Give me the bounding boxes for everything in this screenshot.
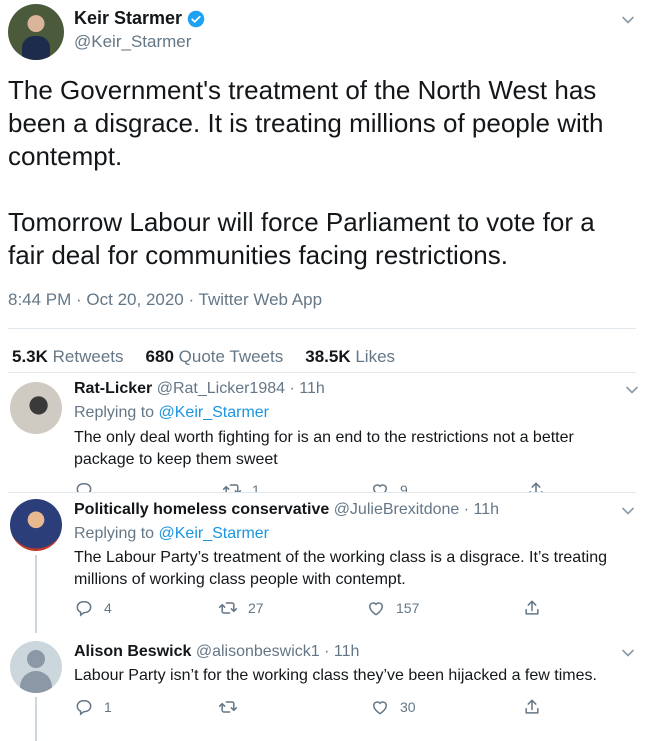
reply-icon (76, 700, 92, 716)
share-icon (525, 600, 539, 615)
replying-prefix: Replying to (74, 404, 159, 421)
retweet-count: 27 (248, 600, 264, 616)
thread-connector (35, 697, 37, 741)
replying-to-link[interactable]: @Keir_Starmer (159, 525, 270, 542)
heart-icon (368, 602, 384, 616)
chevron-down-icon[interactable] (624, 382, 640, 398)
like-button[interactable]: 9 (370, 480, 408, 492)
reply-author-row: Rat-Licker @Rat_Licker1984 · 11h (74, 380, 325, 398)
retweet-count: 1 (252, 482, 260, 492)
thread-connector (35, 555, 37, 633)
divider (8, 328, 636, 329)
stat-count: 680 (145, 347, 174, 366)
replying-to: Replying to @Keir_Starmer (74, 404, 269, 422)
reply-button[interactable]: 4 (74, 598, 112, 618)
reply-button[interactable] (74, 480, 104, 492)
stat-label: Retweets (52, 347, 124, 366)
author-row: Keir Starmer (74, 8, 205, 29)
reply-actions: 1 9 (74, 480, 554, 492)
retweet-icon (218, 701, 238, 713)
stat-count: 5.3K (12, 347, 48, 366)
author-name[interactable]: Keir Starmer (74, 8, 182, 29)
stat-label: Likes (355, 347, 396, 366)
stat-quote-tweets[interactable]: 680 Quote Tweets (146, 347, 284, 367)
replying-prefix: Replying to (74, 525, 159, 542)
chevron-down-icon[interactable] (620, 12, 636, 28)
reply-actions: 4 27 157 (74, 598, 554, 618)
reply-author-handle[interactable]: @Rat_Licker1984 · 11h (157, 380, 325, 397)
reply-icon (76, 601, 92, 617)
reply-count: 4 (104, 600, 112, 616)
share-icon (529, 482, 543, 492)
stat-likes[interactable]: 38.5K Likes (305, 347, 395, 367)
chevron-down-icon[interactable] (620, 645, 636, 661)
reply-author-row: Alison Beswick @alisonbeswick1 · 11h (74, 643, 359, 661)
reply-tweet[interactable]: Politically homeless conservative @Julie… (0, 493, 650, 633)
reply-count: 1 (104, 699, 112, 715)
share-button[interactable] (526, 480, 546, 492)
reply-text: The Labour Party’s treatment of the work… (74, 549, 607, 588)
heart-icon (372, 701, 388, 715)
reply-author-name[interactable]: Alison Beswick (74, 643, 191, 660)
reply-tweet[interactable]: Rat-Licker @Rat_Licker1984 · 11h Replyin… (0, 372, 650, 492)
avatar[interactable] (10, 499, 62, 551)
like-count: 9 (400, 482, 408, 492)
reply-author-name[interactable]: Politically homeless conservative (74, 501, 329, 518)
retweet-button[interactable] (218, 697, 248, 717)
reply-text: Labour Party isn’t for the working class… (74, 667, 597, 684)
reply-actions: 1 30 (74, 697, 554, 717)
author-handle[interactable]: @Keir_Starmer (74, 32, 191, 52)
replying-to-link[interactable]: @Keir_Starmer (159, 404, 270, 421)
stat-label: Quote Tweets (178, 347, 284, 366)
avatar[interactable] (10, 382, 62, 434)
like-count: 30 (400, 699, 416, 715)
retweet-icon (222, 484, 242, 492)
avatar[interactable] (10, 641, 62, 693)
share-button[interactable] (522, 697, 542, 717)
verified-badge-icon (187, 10, 205, 27)
reply-tweet[interactable]: Alison Beswick @alisonbeswick1 · 11h Lab… (0, 633, 650, 741)
like-button[interactable]: 30 (370, 697, 416, 717)
share-button[interactable] (522, 598, 542, 618)
retweet-icon (218, 602, 238, 614)
reply-text: The only deal worth fighting for is an e… (74, 429, 574, 468)
tweet-text: The Government's treatment of the North … (8, 75, 604, 270)
heart-icon (372, 484, 388, 492)
like-button[interactable]: 157 (366, 598, 419, 618)
like-count: 157 (396, 600, 420, 616)
replying-to: Replying to @Keir_Starmer (74, 525, 269, 543)
reply-author-handle[interactable]: @JulieBrexitdone · 11h (334, 501, 499, 518)
reply-author-row: Politically homeless conservative @Julie… (74, 501, 499, 519)
stat-retweets[interactable]: 5.3K Retweets (12, 347, 124, 367)
engagement-stats: 5.3K Retweets 680 Quote Tweets 38.5K Lik… (12, 347, 395, 367)
retweet-button[interactable]: 1 (222, 480, 260, 492)
share-icon (525, 699, 539, 714)
reply-button[interactable]: 1 (74, 697, 112, 717)
retweet-button[interactable]: 27 (218, 598, 264, 618)
tweet-timestamp[interactable]: 8:44 PM · Oct 20, 2020 · Twitter Web App (8, 290, 322, 310)
reply-author-handle[interactable]: @alisonbeswick1 · 11h (196, 643, 360, 660)
avatar[interactable] (8, 4, 64, 60)
stat-count: 38.5K (305, 347, 351, 366)
chevron-down-icon[interactable] (620, 503, 636, 519)
reply-icon (76, 483, 92, 492)
reply-author-name[interactable]: Rat-Licker (74, 380, 152, 397)
